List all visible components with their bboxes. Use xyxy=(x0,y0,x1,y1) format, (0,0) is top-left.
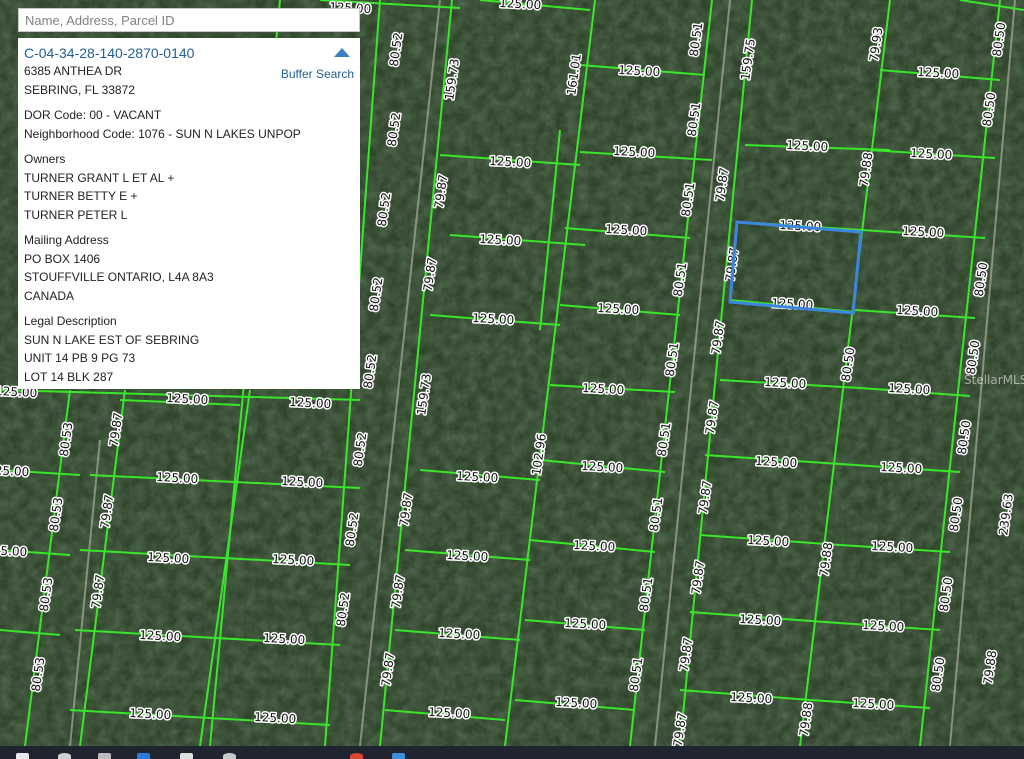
dimension-label: 125.00 xyxy=(272,552,315,568)
task-view-icon[interactable] xyxy=(98,753,111,759)
watermark: StellarMLS xyxy=(964,373,1024,387)
dimension-label: 125.00 xyxy=(597,301,640,317)
neighborhood-code: Neighborhood Code: 1076 - SUN N LAKES UN… xyxy=(24,126,301,141)
dimension-label: 125.00 xyxy=(166,391,209,407)
legal-heading: Legal Description xyxy=(24,314,117,328)
dimension-label: 125.00 xyxy=(605,222,648,238)
dimension-label: 125.00 xyxy=(917,65,960,81)
dimension-label: 125.00 xyxy=(281,474,324,490)
owners-heading: Owners xyxy=(24,152,66,166)
dimension-label: 125.00 xyxy=(896,303,939,319)
mail-icon[interactable] xyxy=(180,753,193,759)
dor-code: DOR Code: 00 - VACANT xyxy=(24,108,162,122)
dimension-label: 125.00 xyxy=(888,381,931,397)
owner-item: TURNER PETER L xyxy=(24,207,128,222)
buffer-search-link[interactable]: Buffer Search xyxy=(281,65,354,84)
dimension-label: 125.00 xyxy=(852,696,895,712)
dimension-label: 125.00 xyxy=(129,706,172,722)
legal-line: SUN N LAKE EST OF SEBRING xyxy=(24,332,200,347)
mailing-line: CANADA xyxy=(24,288,75,303)
dimension-label: 125.00 xyxy=(786,138,829,154)
dimension-label: 125.00 xyxy=(739,612,782,628)
dimension-label: 125.00 xyxy=(0,463,30,479)
parcel-id-link[interactable]: C-04-34-28-140-2870-0140 xyxy=(24,44,354,62)
legal-line: UNIT 14 PB 9 PG 73 xyxy=(24,351,136,365)
legal-line: LOT 14 BLK 287 xyxy=(24,369,114,384)
dimension-label: 125.00 xyxy=(747,533,790,549)
store-icon[interactable] xyxy=(223,753,236,759)
search-input[interactable] xyxy=(18,8,360,32)
dimension-label: 125.00 xyxy=(438,626,481,642)
app-icon[interactable] xyxy=(392,753,405,759)
dimension-label: 125.00 xyxy=(581,459,624,475)
dimension-label: 125.00 xyxy=(582,381,625,397)
dimension-label: 125.00 xyxy=(573,538,616,554)
mailing-line: PO BOX 1406 xyxy=(24,251,101,266)
dimension-label: 125.00 xyxy=(0,543,28,559)
dimension-label: 125.00 xyxy=(902,224,945,240)
dimension-label: 125.00 xyxy=(618,63,661,79)
dimension-label: 125.00 xyxy=(613,144,656,160)
collapse-arrow-icon[interactable] xyxy=(334,48,350,57)
dimension-label: 125.00 xyxy=(472,311,515,327)
start-icon[interactable] xyxy=(16,753,29,759)
edge-icon[interactable] xyxy=(137,753,150,759)
dimension-label: 125.00 xyxy=(555,695,598,711)
dimension-label: 125.00 xyxy=(564,616,607,632)
dimension-label: 125.00 xyxy=(479,232,522,248)
dimension-label: 125.00 xyxy=(456,469,499,485)
dimension-label: 125.00 xyxy=(139,628,182,644)
dimension-label: 125.00 xyxy=(254,710,297,726)
chrome-icon[interactable] xyxy=(350,753,363,759)
dimension-label: 125.00 xyxy=(489,154,532,170)
dimension-label: 125.00 xyxy=(289,395,332,411)
dimension-label: 125.00 xyxy=(910,146,953,162)
dimension-label: 125.00 xyxy=(428,705,471,721)
dimension-label: 125.00 xyxy=(446,548,489,564)
taskbar xyxy=(0,746,1024,759)
owner-item: TURNER BETTY E + xyxy=(24,189,138,203)
search-icon[interactable] xyxy=(58,753,71,759)
dimension-label: 125.00 xyxy=(730,690,773,706)
parcel-info-panel: C-04-34-28-140-2870-0140 Buffer Search 6… xyxy=(18,38,360,389)
mailing-line: STOUFFVILLE ONTARIO, L4A 8A3 xyxy=(24,270,214,284)
dimension-label: 125.00 xyxy=(764,375,807,391)
dimension-label: 125.00 xyxy=(862,618,905,634)
dimension-label: 125.00 xyxy=(871,539,914,555)
owner-item: TURNER GRANT L ET AL + xyxy=(24,170,175,185)
dimension-label: 125.00 xyxy=(156,470,199,486)
dimension-label: 125.00 xyxy=(880,460,923,476)
dimension-label: 125.00 xyxy=(147,550,190,566)
dimension-label: 125.00 xyxy=(263,631,306,647)
dimension-label: 125.00 xyxy=(755,454,798,470)
mailing-heading: Mailing Address xyxy=(24,233,109,247)
